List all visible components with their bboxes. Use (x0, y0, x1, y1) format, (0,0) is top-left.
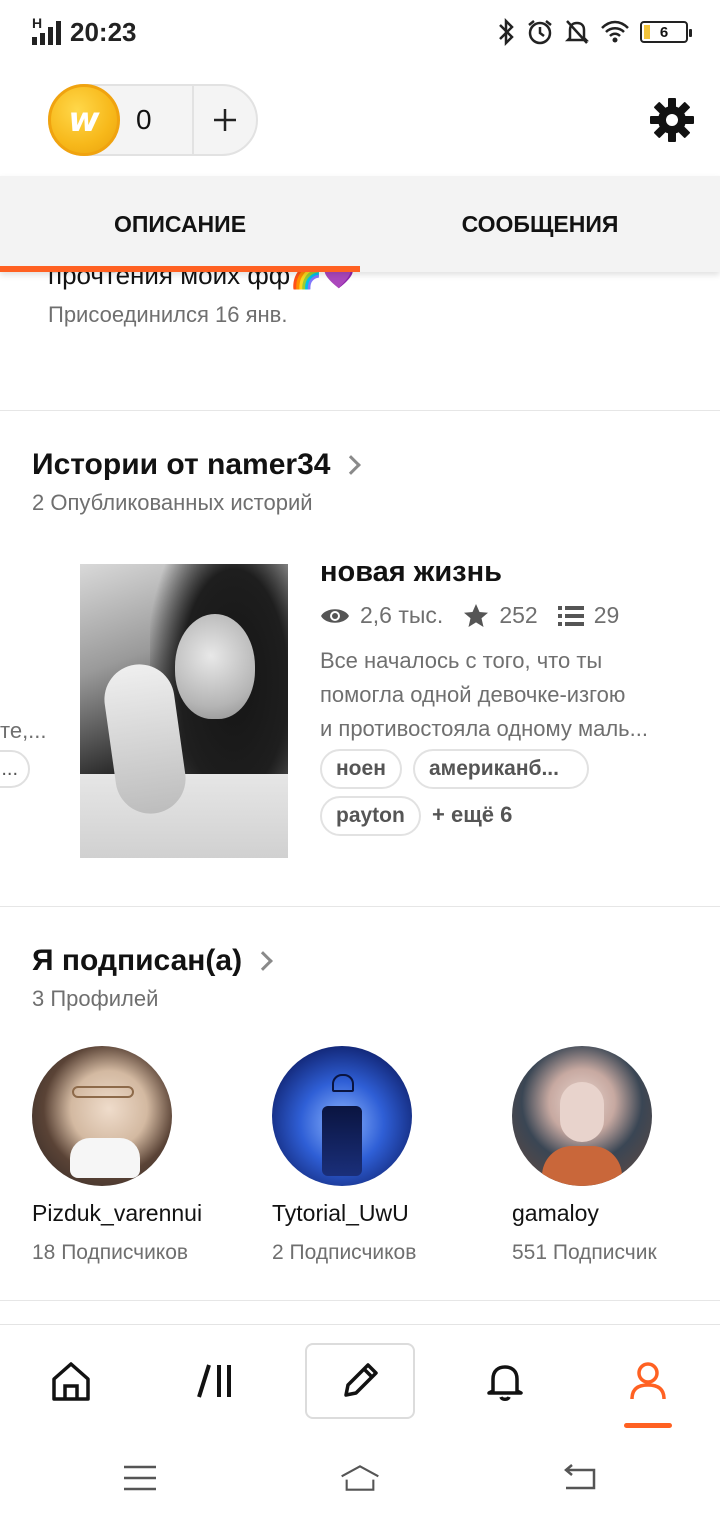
mute-bell-icon (564, 20, 590, 44)
add-coins-button[interactable] (194, 86, 256, 154)
story-tag[interactable]: payton (320, 796, 421, 836)
nav-notifications[interactable] (450, 1343, 560, 1419)
active-nav-indicator (624, 1423, 672, 1428)
nav-library[interactable] (162, 1343, 272, 1419)
previous-story-description: те,... (0, 718, 47, 743)
eye-icon (321, 608, 349, 623)
tab-messages[interactable]: СООБЩЕНИЯ (360, 176, 720, 272)
previous-story-tag[interactable]: ... (0, 750, 30, 788)
pencil-icon (344, 1363, 378, 1397)
join-date: Присоединился 16 янв. (48, 302, 288, 327)
stories-count: 2 Опубликованных историй (32, 490, 313, 515)
votes-count: 252 (499, 602, 538, 628)
home-icon (52, 1362, 90, 1401)
story-stats: 2,6 тыс. 252 29 (320, 602, 629, 629)
gear-icon (650, 98, 694, 142)
story-tag[interactable]: ноен (320, 749, 402, 789)
bluetooth-icon (499, 18, 514, 46)
bottom-nav (0, 1324, 720, 1436)
reads-count: 2,6 тыс. (360, 602, 444, 628)
chevron-right-icon (253, 951, 273, 971)
active-tab-indicator (0, 266, 360, 272)
following-count: 3 Профилей (32, 986, 159, 1011)
divider (0, 906, 720, 907)
divider (0, 1300, 720, 1301)
back-icon (564, 1464, 596, 1490)
battery-icon: 6 (640, 21, 692, 43)
nav-profile[interactable] (593, 1343, 703, 1419)
avatar (272, 1046, 412, 1186)
tab-description[interactable]: ОПИСАНИЕ (0, 176, 360, 272)
avatar (32, 1046, 172, 1186)
star-icon (464, 603, 489, 627)
coin-balance: 0 (136, 104, 152, 135)
coin-icon: w (48, 84, 120, 156)
home-button[interactable] (340, 1458, 380, 1498)
list-icon (557, 605, 584, 626)
story-title[interactable]: новая жизнь (320, 556, 502, 589)
clock: 20:23 (70, 16, 137, 47)
nav-write[interactable] (305, 1343, 415, 1419)
avatar (512, 1046, 652, 1186)
profile-tabs: ОПИСАНИЕ СООБЩЕНИЯ (0, 176, 720, 272)
back-button[interactable] (560, 1458, 600, 1498)
story-tag[interactable]: американб... (413, 749, 589, 789)
nav-home[interactable] (16, 1343, 126, 1419)
wifi-icon (601, 20, 629, 43)
status-bar: H 20:23 6 (0, 0, 720, 64)
story-description: Все началось с того, что ты помогла одно… (320, 648, 648, 741)
followed-profile[interactable]: Tytorial_UwU 2 Подписчиков (272, 1046, 472, 1265)
bell-icon (487, 1365, 523, 1401)
followed-profile[interactable]: Pizduk_varennui 18 Подписчиков (32, 1046, 232, 1265)
home-outline-icon (341, 1465, 379, 1491)
parts-count: 29 (593, 602, 620, 628)
alarm-icon (528, 20, 552, 45)
system-nav-bar (0, 1436, 720, 1520)
settings-button[interactable] (648, 96, 696, 144)
profile-icon (630, 1362, 666, 1400)
followed-profile[interactable]: gamaloy 551 Подписчик (512, 1046, 712, 1265)
stories-section-title[interactable]: Истории от namer34 (32, 448, 362, 482)
chevron-right-icon (341, 455, 362, 475)
library-icon (197, 1364, 231, 1398)
menu-icon (124, 1465, 156, 1491)
menu-button[interactable] (120, 1458, 160, 1498)
coin-wallet[interactable]: w 0 (48, 84, 258, 156)
following-section-title[interactable]: Я подписан(а) (32, 944, 273, 978)
story-cover[interactable] (80, 564, 288, 858)
plus-icon (214, 109, 236, 131)
signal-icon: H (32, 15, 62, 45)
divider (0, 410, 720, 411)
more-tags-link[interactable]: + ещё 6 (432, 802, 512, 828)
